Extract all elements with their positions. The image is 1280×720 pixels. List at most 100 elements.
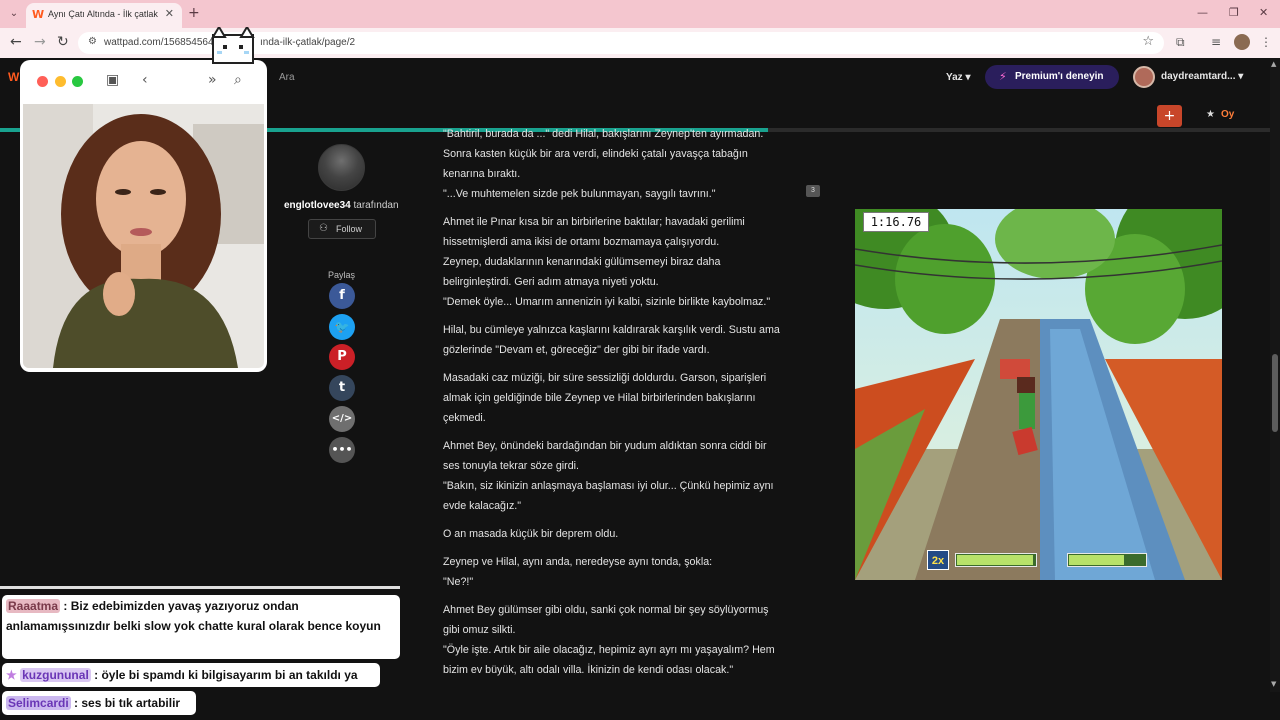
share-label: Paylaş: [328, 270, 356, 280]
twitter-icon[interactable]: 🐦: [329, 314, 355, 340]
browser-menu-icon[interactable]: ⋮: [1260, 35, 1272, 49]
chat-username: Selimcardi: [6, 696, 71, 710]
tab-title: Aynı Çatı Altında - İlk çatlak: [48, 9, 158, 19]
story-line: bizim ev büyük, altı odalı villa. İkiniz…: [443, 664, 734, 676]
lightning-icon: ⚡: [999, 70, 1007, 83]
wattpad-favicon-icon: W: [32, 8, 45, 21]
story-line: gözlerinde "Devam et, göreceğiz" der gib…: [443, 344, 710, 356]
reading-list-icon[interactable]: ≡: [1211, 35, 1221, 49]
story-line: evde kalacağız.": [443, 500, 522, 512]
page-scrollbar[interactable]: ▲ ▼: [1270, 58, 1280, 692]
chat-text: : ses bi tık artabilir: [70, 696, 181, 710]
bookmark-star-icon[interactable]: ☆: [1142, 34, 1154, 49]
chat-text: : öyle bi spamdı ki bilgisayarım bi an t…: [90, 668, 358, 682]
add-to-list-button[interactable]: +: [1157, 105, 1182, 127]
add-user-icon: ⚇: [319, 223, 328, 234]
author-suffix: tarafından: [350, 200, 399, 211]
close-window-icon[interactable]: ✕: [1259, 6, 1268, 19]
browser-profile-avatar[interactable]: [1234, 34, 1250, 50]
forward-icon[interactable]: →: [34, 34, 46, 50]
scroll-up-icon[interactable]: ▲: [1271, 60, 1276, 68]
inline-comment-badge[interactable]: 3: [806, 185, 820, 197]
story-line: Ahmet Bey gülümser gibi oldu, sanki çok …: [443, 604, 769, 616]
chevrons-right-icon[interactable]: »: [208, 72, 217, 88]
author-name[interactable]: englotlovee34: [284, 200, 351, 211]
username-menu[interactable]: daydreamtard... ▾: [1161, 71, 1243, 82]
sidebar-icon[interactable]: ▣: [106, 72, 119, 88]
chat-badge-icon: ★: [6, 668, 17, 682]
browser-tab-bar: ⌄ W Aynı Çatı Altında - İlk çatlak ✕ + —…: [0, 0, 1280, 28]
back-icon[interactable]: ‹: [142, 72, 148, 88]
story-line: Ahmet Bey, önündeki bardağından bir yudu…: [443, 440, 767, 452]
facebook-icon[interactable]: f: [329, 283, 355, 309]
story-paragraph: Ahmet Bey, önündeki bardağından bir yudu…: [443, 436, 803, 516]
chat-message: Raaatma : Biz edebimizden yavaş yazıyoru…: [2, 595, 400, 659]
premium-button[interactable]: ⚡ Premium'ı deneyin: [985, 65, 1119, 89]
story-line: kenarına bıraktı.: [443, 168, 521, 180]
more-icon[interactable]: •••: [329, 437, 355, 463]
gameplay-video: 1:16.76 2x: [855, 209, 1222, 580]
embed-icon[interactable]: </>: [329, 406, 355, 432]
story-paragraph: O an masada küçük bir deprem oldu.: [443, 524, 803, 544]
new-tab-icon[interactable]: +: [188, 5, 200, 21]
user-avatar[interactable]: [1133, 66, 1155, 88]
browser-toolbar: ← → ↻ ⚙ wattpad.com/156854564 ında-ilk-ç…: [0, 28, 1280, 58]
back-icon[interactable]: ←: [10, 34, 22, 50]
score-multiplier: 2x: [927, 550, 949, 570]
story-paragraph: "Bahtiril, burada da ..." dedi Hilal, ba…: [443, 124, 803, 204]
story-line: ses tonuyla tekrar söze girdi.: [443, 460, 580, 472]
story-paragraph: Hilal, bu cümleye yalnızca kaşlarını kal…: [443, 320, 803, 360]
site-info-icon[interactable]: ⚙: [88, 36, 97, 47]
chat-username: Raaatma: [6, 599, 61, 613]
chat-message: ★ kuzgununal : öyle bi spamdı ki bilgisa…: [2, 663, 380, 687]
pinterest-icon[interactable]: P: [329, 344, 355, 370]
webcam-video: [23, 104, 264, 368]
story-line: Ahmet ile Pınar kısa bir an birbirlerine…: [443, 216, 745, 228]
story-line: Zeynep ve Hilal, aynı anda, neredeyse ay…: [443, 556, 713, 568]
story-line: "Bahtiril, burada da ..." dedi Hilal, ba…: [443, 128, 764, 140]
story-line: "Bakın, siz ikinizin anlaşmaya başlaması…: [443, 480, 774, 492]
minimize-icon[interactable]: —: [1197, 6, 1208, 19]
story-line: hissetmişlerdi ama ikisi de ortamı bozma…: [443, 236, 720, 248]
maximize-icon[interactable]: ❐: [1229, 6, 1239, 19]
story-line: Zeynep, dudaklarının kenarındaki gülümse…: [443, 256, 721, 268]
game-timer: 1:16.76: [863, 212, 929, 232]
scrollbar-thumb[interactable]: [1272, 354, 1278, 432]
chat-username: kuzgununal: [20, 668, 91, 682]
url-text-right: ında-ilk-çatlak/page/2: [260, 37, 356, 48]
follow-button[interactable]: ⚇ Follow: [308, 219, 376, 239]
webcam-window: ▣ ‹ » ⌕: [20, 60, 267, 372]
search-icon[interactable]: ⌕: [234, 72, 242, 88]
search-label[interactable]: Ara: [279, 72, 295, 83]
reload-icon[interactable]: ↻: [57, 34, 69, 50]
story-line: çekmedi.: [443, 412, 486, 424]
story-line: almak için geldiğinde bile Zeynep ve Hil…: [443, 392, 756, 404]
author-avatar[interactable]: [318, 144, 365, 191]
tab-close-icon[interactable]: ✕: [165, 7, 174, 20]
tab-search-icon[interactable]: ⌄: [6, 6, 22, 22]
story-paragraph: Zeynep ve Hilal, aynı anda, neredeyse ay…: [443, 552, 803, 592]
window-zoom-dot[interactable]: [72, 76, 83, 87]
write-menu[interactable]: Yaz ▾: [946, 72, 970, 83]
powerup-bar-2: [1067, 553, 1147, 567]
window-close-dot[interactable]: [37, 76, 48, 87]
wattpad-logo[interactable]: W: [8, 70, 19, 84]
window-minimize-dot[interactable]: [55, 76, 66, 87]
story-paragraph: Ahmet Bey gülümser gibi oldu, sanki çok …: [443, 600, 803, 680]
extensions-icon[interactable]: ⧉: [1176, 35, 1185, 50]
story-line: Sonra kasten küçük bir ara verdi, elinde…: [443, 148, 748, 160]
author-byline: englotlovee34 tarafından: [284, 200, 399, 211]
story-line: belirginleştirdi. Geri adım atmaya niyet…: [443, 276, 659, 288]
story-line: "Öyle işte. Artık bir aile olacağız, hep…: [443, 644, 775, 656]
chat-separator: [0, 586, 400, 589]
game-hud: 2x: [927, 549, 1152, 573]
vote-button[interactable]: ★ Oy: [1206, 109, 1234, 120]
powerup-bar-1: [955, 553, 1037, 567]
story-line: "...Ve muhtemelen sizde pek bulunmayan, …: [443, 188, 716, 200]
powerup-bar-1-fill: [957, 555, 1033, 565]
pixel-cat-overlay: [211, 27, 255, 64]
browser-tab[interactable]: W Aynı Çatı Altında - İlk çatlak ✕: [26, 3, 182, 28]
story-line: "Ne?!": [443, 576, 474, 588]
scroll-down-icon[interactable]: ▼: [1271, 680, 1276, 688]
tumblr-icon[interactable]: t: [329, 375, 355, 401]
